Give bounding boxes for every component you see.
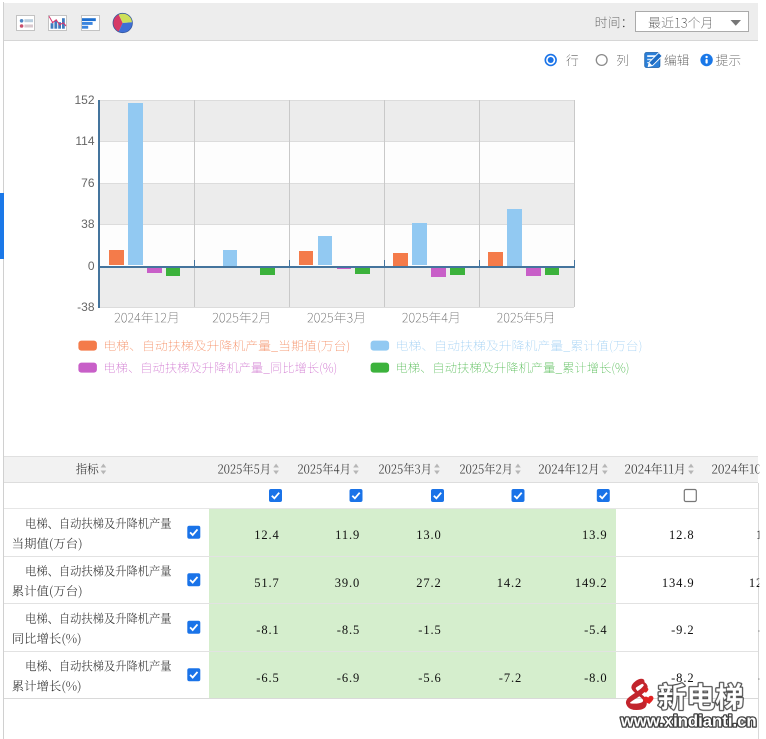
svg-text:www.xindianti.cn: www.xindianti.cn bbox=[620, 713, 757, 731]
